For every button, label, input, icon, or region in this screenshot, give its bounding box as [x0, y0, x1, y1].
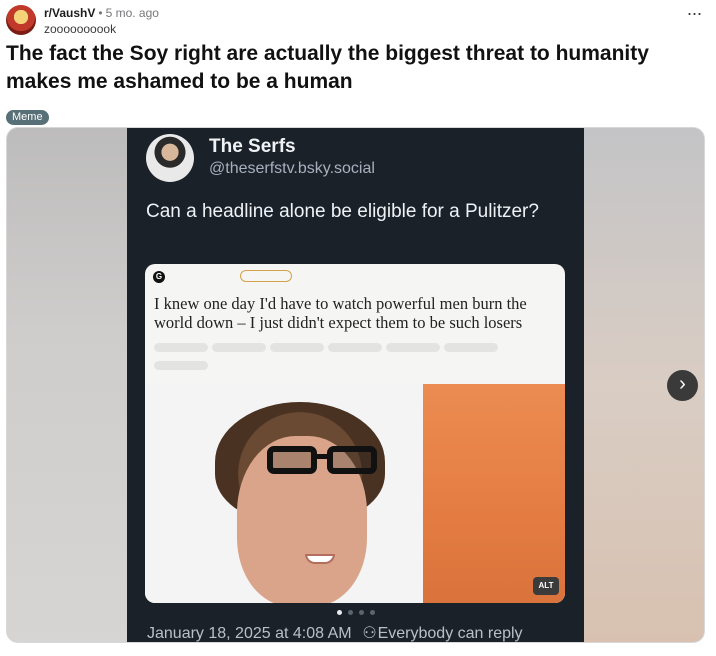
carousel-dot[interactable]: [336, 610, 342, 615]
article-headline: I knew one day I'd have to watch powerfu…: [154, 294, 527, 332]
carousel-dot[interactable]: [369, 610, 375, 615]
carousel-dot[interactable]: [358, 610, 364, 615]
post-media-gallery[interactable]: The Serfs @theserfstv.bsky.social Can a …: [6, 127, 705, 643]
post-title[interactable]: The fact the Soy right are actually the …: [6, 40, 706, 96]
post-footer: January 18, 2025 at 4:08 AM ⚇Everybody ca…: [147, 623, 523, 642]
carousel-indicator: [127, 610, 584, 615]
author-avatar: [146, 134, 194, 182]
meta-separator: •: [98, 6, 103, 20]
tag-chip: [386, 343, 440, 352]
chevron-right-icon: ›: [679, 373, 686, 395]
tag-chip: [154, 343, 208, 352]
article-card: G I knew one day I'd have to watch power…: [145, 264, 565, 603]
tag-chip: [444, 343, 498, 352]
post-author[interactable]: zoooooooook: [44, 22, 116, 36]
reply-setting: Everybody can reply: [377, 625, 523, 642]
post-age: 5 mo. ago: [105, 6, 159, 20]
subreddit-name[interactable]: r/VaushV: [44, 6, 95, 20]
alt-text-badge[interactable]: ALT: [533, 577, 559, 595]
subreddit-avatar[interactable]: [6, 5, 36, 35]
more-horizontal-icon: ···: [686, 3, 703, 23]
post-timestamp: January 18, 2025 at 4:08 AM: [147, 625, 352, 642]
tag-chip: [328, 343, 382, 352]
author-handle: @theserfstv.bsky.social: [209, 160, 375, 177]
glasses-icon: [267, 446, 379, 474]
comment-pill: [240, 270, 292, 282]
tag-chip: [212, 343, 266, 352]
article-photo: ALT: [145, 384, 565, 603]
blurred-background-left: [7, 128, 127, 642]
people-icon: ⚇: [362, 625, 377, 642]
post-meta: r/VaushV • 5 mo. ago: [44, 6, 159, 20]
publisher-logo: G: [153, 271, 165, 283]
tag-chip: [270, 343, 324, 352]
article-tags: [154, 343, 554, 379]
carousel-dot[interactable]: [347, 610, 353, 615]
post-text: Can a headline alone be eligible for a P…: [146, 201, 539, 222]
post-header: r/VaushV • 5 mo. ago zoooooooook ···: [6, 3, 706, 37]
author-name: The Serfs: [209, 136, 296, 157]
more-options-button[interactable]: ···: [682, 4, 706, 27]
next-image-button[interactable]: ›: [667, 370, 698, 401]
tag-chip: [154, 361, 208, 370]
post-flair[interactable]: Meme: [6, 110, 49, 125]
photo-background-orange: [423, 384, 565, 603]
embedded-post-screenshot: The Serfs @theserfstv.bsky.social Can a …: [127, 128, 584, 642]
